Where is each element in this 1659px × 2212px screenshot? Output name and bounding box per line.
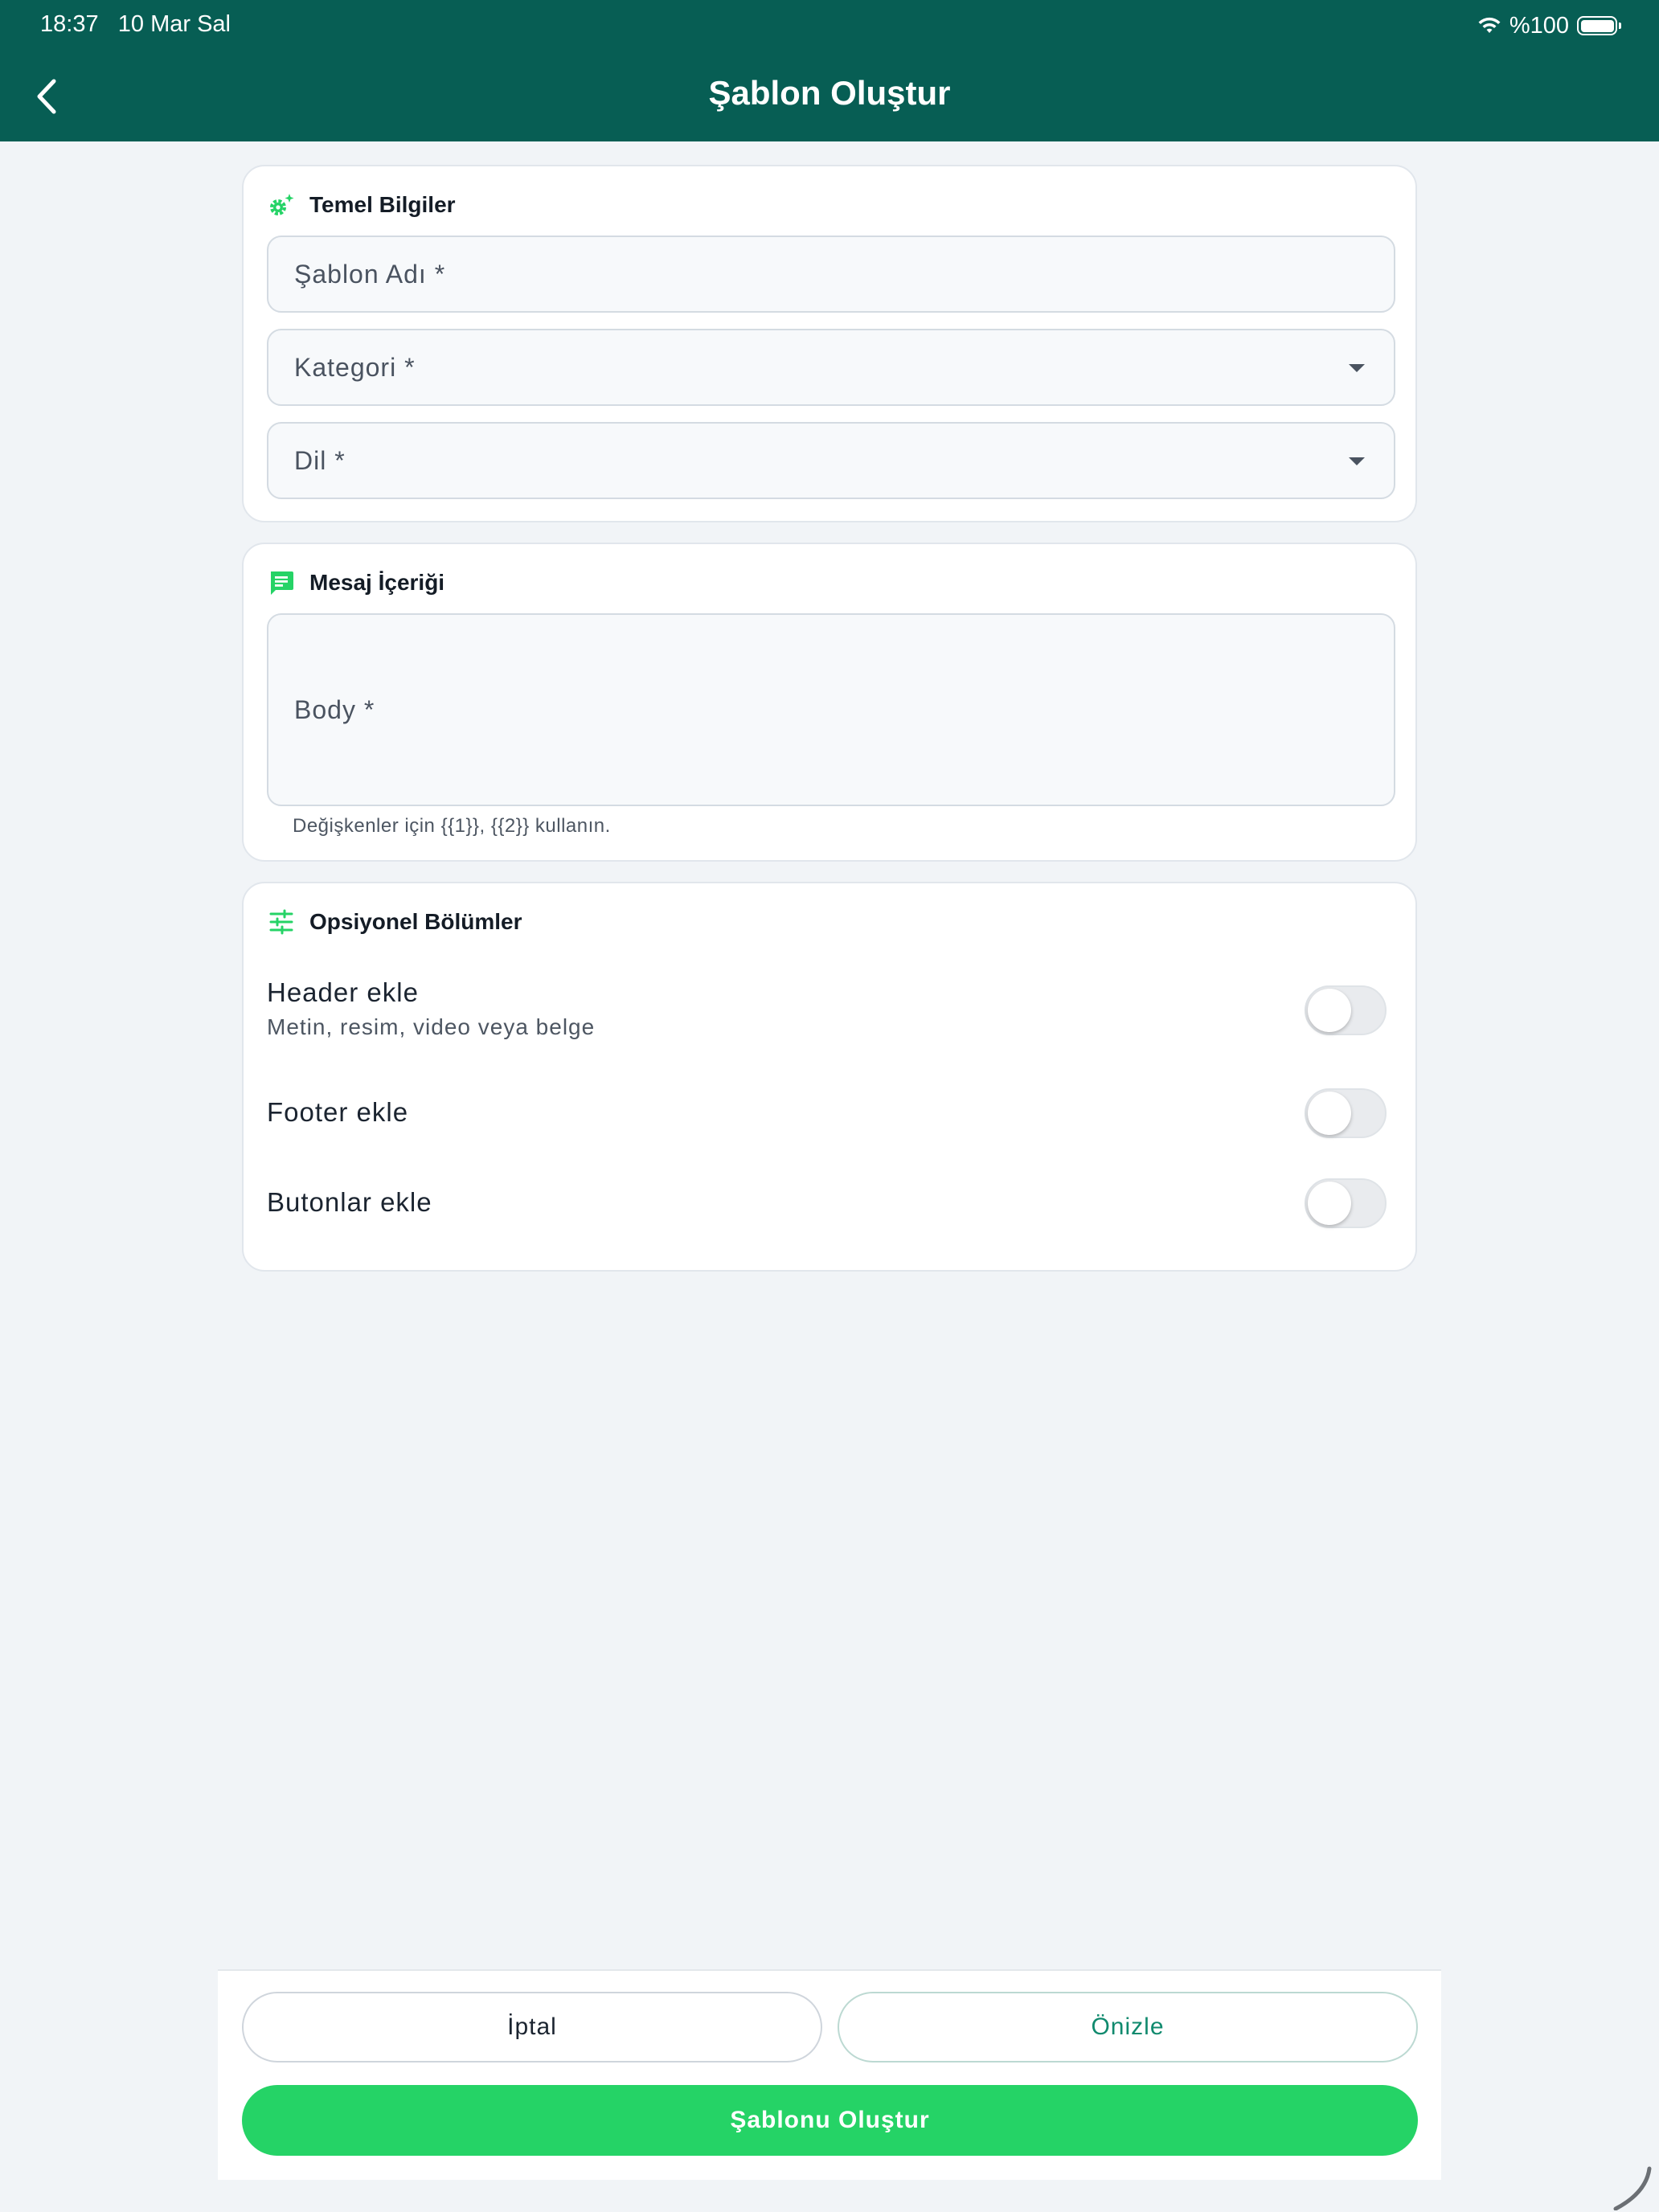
- gear-sparkle-icon: [270, 194, 294, 215]
- toggle-knob: [1308, 1182, 1351, 1225]
- status-time: 18:37: [40, 11, 99, 37]
- body-placeholder: Body *: [294, 694, 375, 724]
- header-toggle-sublabel: Metin, resim, video veya belge: [267, 1014, 596, 1039]
- toggle-knob: [1308, 989, 1351, 1032]
- header-toggle[interactable]: [1305, 985, 1387, 1035]
- resize-handle-icon: [1613, 2166, 1652, 2210]
- message-content-title: Mesaj İçeriği: [309, 570, 445, 595]
- basic-info-title: Temel Bilgiler: [309, 192, 456, 217]
- wifi-icon: [1478, 17, 1501, 33]
- tune-sliders-icon: [269, 909, 293, 935]
- dropdown-arrow-icon: [1349, 364, 1365, 372]
- app-bar: 18:37 10 Mar Sal %100 Şablon Oluştur: [0, 0, 1659, 141]
- buttons-toggle[interactable]: [1305, 1178, 1387, 1228]
- dropdown-arrow-icon: [1349, 457, 1365, 465]
- category-select[interactable]: Kategori *: [267, 329, 1395, 406]
- footer-toggle-label: Footer ekle: [267, 1097, 409, 1127]
- message-content-header: Mesaj İçeriği: [268, 567, 444, 599]
- battery-icon: [1577, 16, 1621, 35]
- chat-message-icon: [271, 571, 293, 595]
- optional-sections-card: Opsiyonel Bölümler Header ekle Metin, re…: [242, 882, 1417, 1272]
- preview-button[interactable]: Önizle: [838, 1992, 1418, 2062]
- cancel-button[interactable]: İptal: [242, 1992, 822, 2062]
- header-toggle-label: Header ekle: [267, 977, 419, 1007]
- footer-toggle[interactable]: [1305, 1088, 1387, 1138]
- optional-sections-title: Opsiyonel Bölümler: [309, 909, 522, 934]
- create-template-button[interactable]: Şablonu Oluştur: [242, 2085, 1418, 2156]
- optional-sections-header: Opsiyonel Bölümler: [268, 906, 522, 938]
- template-name-placeholder: Şablon Adı *: [294, 259, 446, 289]
- basic-info-card: Temel Bilgiler Şablon Adı * Kategori * D…: [242, 165, 1417, 522]
- language-placeholder: Dil *: [294, 445, 346, 475]
- language-select[interactable]: Dil *: [267, 422, 1395, 499]
- basic-info-header: Temel Bilgiler: [268, 189, 456, 221]
- template-name-input[interactable]: Şablon Adı *: [267, 236, 1395, 313]
- variables-helper-text: Değişkenler için {{1}}, {{2}} kullanın.: [293, 815, 611, 837]
- status-bar-right: %100: [1477, 11, 1621, 40]
- bottom-action-bar: İptal Önizle Şablonu Oluştur: [218, 1969, 1441, 2180]
- status-bar-left: 18:37 10 Mar Sal: [40, 11, 231, 38]
- page-title: Şablon Oluştur: [708, 74, 951, 112]
- buttons-toggle-label: Butonlar ekle: [267, 1187, 432, 1217]
- toggle-knob: [1308, 1092, 1351, 1135]
- message-content-card: Mesaj İçeriği Body * Değişkenler için {{…: [242, 543, 1417, 862]
- category-placeholder: Kategori *: [294, 352, 416, 382]
- body-textarea[interactable]: Body *: [267, 613, 1395, 806]
- battery-percent: %100: [1509, 12, 1569, 39]
- status-date: 10 Mar Sal: [117, 11, 231, 37]
